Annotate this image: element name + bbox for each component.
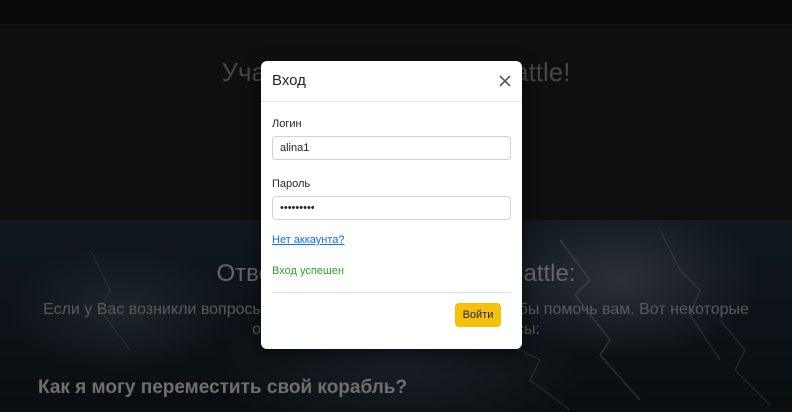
modal-header: Вход (261, 61, 522, 102)
no-account-link[interactable]: Нет аккаунта? (272, 234, 345, 246)
login-status-message: Вход успешен (272, 265, 344, 277)
close-icon (499, 75, 511, 87)
login-modal: Вход Логин Пароль Нет аккаунта? Вход усп… (261, 61, 522, 349)
modal-footer-divider (272, 292, 511, 293)
password-input[interactable] (272, 196, 511, 220)
page: Участвуйте в игре Sea battle! Ответы на … (0, 0, 792, 412)
modal-title: Вход (272, 72, 306, 89)
login-input[interactable] (272, 136, 511, 160)
login-label: Логин (272, 118, 302, 130)
close-button[interactable] (497, 73, 513, 89)
password-label: Пароль (272, 178, 311, 190)
login-button[interactable]: Войти (455, 303, 501, 327)
